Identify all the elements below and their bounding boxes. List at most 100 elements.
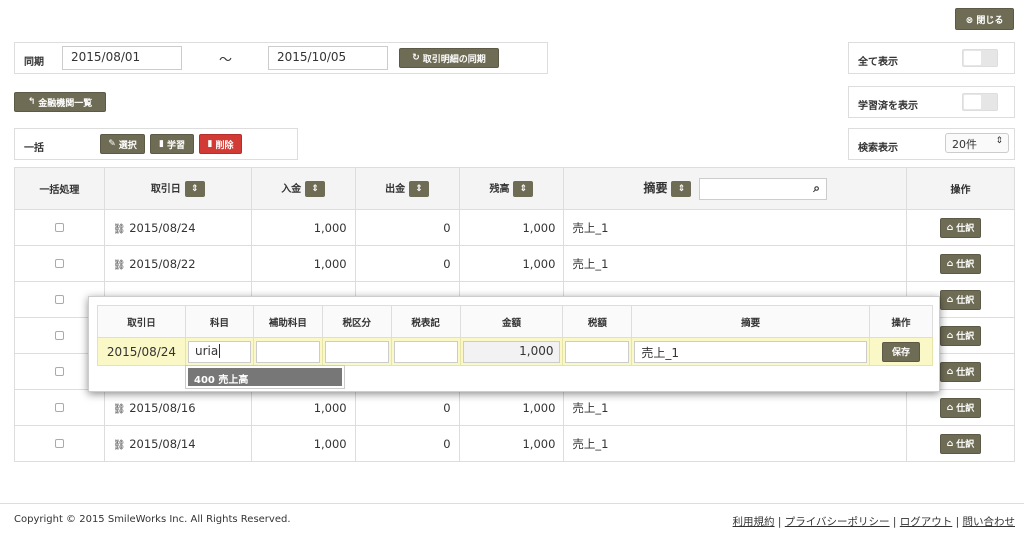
close-button[interactable]: ⊗ 閉じる (955, 8, 1014, 30)
footer-link-logout[interactable]: ログアウト (900, 516, 953, 528)
bulk-learn-button[interactable]: ▮ 学習 (150, 134, 194, 154)
popup-col-ops: 操作 (868, 305, 934, 338)
date-to-input[interactable]: 2015/10/05 (268, 46, 388, 70)
refresh-icon: ↻ (412, 53, 420, 63)
tax-category-input[interactable] (324, 340, 389, 363)
col-deposit: 入金 ⇕ (250, 167, 356, 210)
table-row: ⛓ 2015/08/14 1,000 0 1,000 売上_1 ⌂ 仕訳 (14, 425, 1015, 462)
journal-button[interactable]: ⌂ 仕訳 (939, 433, 982, 454)
link-icon: ⛓ (112, 223, 126, 235)
col-bulk: 一括処理 (14, 167, 105, 210)
col-withdraw: 出金 ⇕ (354, 167, 460, 210)
bank-list-button[interactable]: ↰ 金融機関一覧 (14, 92, 106, 112)
show-all-toggle[interactable] (962, 49, 998, 67)
journal-entry-table: 取引日 科目 補助科目 税区分 税表記 金額 税額 摘要 操作 2015/08/… (97, 305, 934, 366)
journal-icon: ⌂ (946, 222, 954, 233)
bulk-select-button[interactable]: ✎ 選択 (100, 134, 145, 154)
bulk-panel: 一括 ✎ 選択 ▮ 学習 ▮ 削除 (14, 128, 298, 160)
sub-account-input[interactable] (255, 340, 320, 363)
table-row: ⛓ 2015/08/22 1,000 0 1,000 売上_1 ⌂ 仕訳 (14, 245, 1015, 282)
popup-col-tax-category: 税区分 (321, 305, 392, 338)
table-row: ⛓ 2015/08/24 1,000 0 1,000 売上_1 ⌂ 仕訳 (14, 209, 1015, 246)
journal-icon: ⌂ (946, 294, 954, 305)
footer-links: 利用規約 | プライバシーポリシー | ログアウト | 問い合わせ (732, 516, 1016, 528)
row-checkbox[interactable] (54, 330, 64, 340)
col-balance: 残高 ⇕ (458, 167, 565, 210)
search-icon: ⌕ (813, 180, 820, 195)
journal-icon: ⌂ (946, 402, 954, 413)
row-checkbox[interactable] (54, 366, 64, 376)
page-size-select[interactable]: 20件 ⇕ (945, 133, 1009, 153)
suggestion-item[interactable]: 400 売上高 (188, 368, 342, 386)
journal-icon: ⌂ (946, 366, 954, 377)
show-all-label: 全て表示 (858, 57, 898, 68)
journal-button[interactable]: ⌂ 仕訳 (939, 253, 982, 274)
show-all-panel: 全て表示 (848, 42, 1015, 74)
footer-link-contact[interactable]: 問い合わせ (963, 516, 1016, 528)
footer-link-privacy[interactable]: プライバシーポリシー (785, 516, 890, 528)
popup-col-tax-notation: 税表記 (390, 305, 461, 338)
link-icon: ⛓ (112, 403, 126, 415)
account-suggestion-dropdown: 400 売上高 (185, 365, 345, 389)
col-date: 取引日 ⇕ (103, 167, 252, 210)
link-icon: ⛓ (112, 439, 126, 451)
journal-entry-popup: 取引日 科目 補助科目 税区分 税表記 金額 税額 摘要 操作 2015/08/… (88, 296, 940, 392)
popup-col-tax-amount: 税額 (562, 305, 633, 338)
popup-date: 2015/08/24 (97, 337, 186, 366)
amount-input[interactable]: 1,000 (462, 340, 561, 363)
popup-col-summary: 摘要 (631, 305, 870, 338)
edit-icon: ✎ (108, 139, 116, 149)
journal-button[interactable]: ⌂ 仕訳 (939, 397, 982, 418)
sync-button[interactable]: ↻ 取引明細の同期 (399, 48, 499, 68)
popup-col-sub-account: 補助科目 (252, 305, 323, 338)
select-arrows-icon: ⇕ (995, 136, 1003, 146)
summary-input[interactable]: 売上_1 (634, 340, 867, 363)
search-display-label: 検索表示 (858, 143, 898, 154)
sort-withdraw-icon[interactable]: ⇕ (409, 181, 430, 197)
popup-col-account: 科目 (184, 305, 254, 338)
show-learned-panel: 学習済を表示 (848, 86, 1015, 118)
sort-balance-icon[interactable]: ⇕ (513, 181, 534, 197)
tax-notation-input[interactable] (393, 340, 458, 363)
row-checkbox[interactable] (54, 222, 64, 232)
journal-icon: ⌂ (946, 258, 954, 269)
copyright: Copyright © 2015 SmileWorks Inc. All Rig… (14, 514, 291, 525)
bulk-label: 一括 (24, 143, 44, 154)
footer: Copyright © 2015 SmileWorks Inc. All Rig… (0, 503, 1024, 528)
show-learned-toggle[interactable] (962, 93, 998, 111)
sort-date-icon[interactable]: ⇕ (184, 181, 205, 197)
account-input[interactable]: uria (187, 340, 251, 363)
popup-col-date: 取引日 (97, 305, 186, 338)
save-button[interactable]: 保存 (881, 341, 920, 362)
search-display-panel: 検索表示 20件 ⇕ (848, 128, 1015, 160)
table-row: ⛓ 2015/08/16 1,000 0 1,000 売上_1 ⌂ 仕訳 (14, 389, 1015, 426)
summary-search-input[interactable]: ⌕ (698, 177, 827, 200)
row-checkbox[interactable] (54, 258, 64, 268)
period-separator: 〜 (219, 53, 233, 68)
row-checkbox[interactable] (54, 402, 64, 412)
popup-col-amount: 金額 (459, 305, 564, 338)
journal-button[interactable]: ⌂ 仕訳 (939, 289, 982, 310)
journal-button[interactable]: ⌂ 仕訳 (939, 361, 982, 382)
journal-icon: ⌂ (946, 438, 954, 449)
link-icon: ⛓ (112, 259, 126, 271)
footer-link-terms[interactable]: 利用規約 (733, 516, 775, 528)
row-checkbox[interactable] (54, 294, 64, 304)
journal-button[interactable]: ⌂ 仕訳 (939, 325, 982, 346)
popup-edit-row: 2015/08/24 uria 1,000 売上_1 保存 (97, 337, 934, 366)
journal-button[interactable]: ⌂ 仕訳 (939, 217, 982, 238)
trash-icon: ▮ (207, 139, 213, 149)
sort-deposit-icon[interactable]: ⇕ (305, 181, 326, 197)
popup-header-row: 取引日 科目 補助科目 税区分 税表記 金額 税額 摘要 操作 (97, 305, 934, 338)
sort-summary-icon[interactable]: ⇕ (671, 180, 692, 197)
show-learned-label: 学習済を表示 (858, 101, 918, 112)
period-label: 同期 (24, 57, 44, 68)
date-from-input[interactable]: 2015/08/01 (62, 46, 182, 70)
col-ops: 操作 (906, 167, 1015, 210)
book-icon: ▮ (159, 139, 164, 149)
bulk-delete-button[interactable]: ▮ 削除 (199, 134, 242, 154)
tax-amount-input[interactable] (565, 340, 630, 363)
row-checkbox[interactable] (54, 438, 64, 448)
journal-icon: ⌂ (946, 330, 954, 341)
back-arrow-icon: ↰ (27, 97, 36, 107)
